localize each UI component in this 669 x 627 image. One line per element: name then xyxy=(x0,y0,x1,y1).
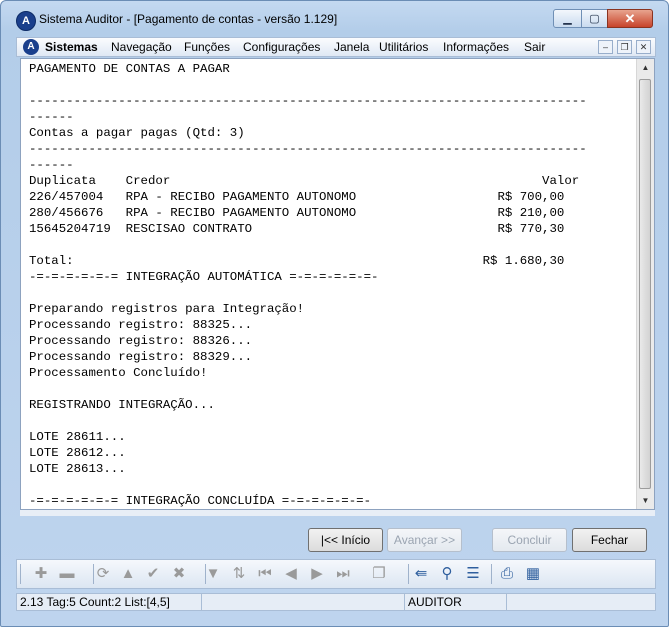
menu-sistemas[interactable]: Sistemas xyxy=(45,40,98,54)
report-line: 15645204719 RESCISAO CONTRATO R$ 770,30 xyxy=(29,222,565,236)
toolbar-separator xyxy=(491,564,492,584)
status-cell-4 xyxy=(507,594,655,610)
close-button[interactable]: ✕ xyxy=(607,9,653,28)
copy-icon[interactable]: ❐ xyxy=(369,564,389,584)
report-line xyxy=(29,285,633,301)
list-filter-icon[interactable]: ☰ xyxy=(463,564,483,584)
menu-configuracoes[interactable]: Configurações xyxy=(243,40,320,54)
status-info: 2.13 Tag:5 Count:2 List:[4,5] xyxy=(17,594,202,610)
report-line: REGISTRANDO INTEGRAÇÃO... xyxy=(29,398,215,412)
report-line: ----------------------------------------… xyxy=(29,142,587,156)
avancar-button[interactable]: Avançar >> xyxy=(387,528,462,552)
report-line: -=-=-=-=-=-= INTEGRAÇÃO AUTOMÁTICA =-=-=… xyxy=(29,270,379,284)
menu-bar: A Sistemas Navegação Funções Configuraçõ… xyxy=(16,37,656,57)
concluir-button[interactable]: Concluir xyxy=(492,528,567,552)
menu-logo-icon[interactable]: A xyxy=(23,39,39,55)
report-line: LOTE 28612... xyxy=(29,446,126,460)
toolbar-separator xyxy=(408,564,409,584)
scroll-up-arrow-icon[interactable]: ▲ xyxy=(637,59,654,76)
check-icon[interactable]: ✔ xyxy=(143,564,163,584)
report-line xyxy=(29,77,633,93)
next-record-icon[interactable]: ▶ xyxy=(307,564,327,584)
report-line: Processamento Concluído! xyxy=(29,366,208,380)
minus-icon[interactable]: ▬ xyxy=(57,564,77,584)
first-record-icon[interactable]: ⏮ xyxy=(255,564,275,584)
scroll-down-arrow-icon[interactable]: ▼ xyxy=(637,492,654,509)
report-line: LOTE 28611... xyxy=(29,430,126,444)
mdi-restore-button[interactable]: ❐ xyxy=(617,40,632,54)
report-line: ------ xyxy=(29,110,74,124)
toolbar-separator xyxy=(20,564,21,584)
menu-sair[interactable]: Sair xyxy=(524,40,545,54)
last-record-icon[interactable]: ⏭ xyxy=(333,564,353,584)
report-line: ----------------------------------------… xyxy=(29,94,587,108)
mdi-close-button[interactable]: ✕ xyxy=(636,40,651,54)
status-bar: 2.13 Tag:5 Count:2 List:[4,5] AUDITOR xyxy=(16,593,656,611)
menu-funcoes[interactable]: Funções xyxy=(184,40,230,54)
menu-navegacao[interactable]: Navegação xyxy=(111,40,172,54)
report-line xyxy=(29,477,633,493)
horizontal-divider xyxy=(20,510,655,516)
status-user: AUDITOR xyxy=(405,594,507,610)
report-line: Processando registro: 88329... xyxy=(29,350,253,364)
maximize-button[interactable]: ▢ xyxy=(581,9,608,28)
main-window: A Sistema Auditor - [Pagamento de contas… xyxy=(0,0,669,627)
report-line xyxy=(29,413,633,429)
report-line xyxy=(29,381,633,397)
report-line xyxy=(29,237,633,253)
report-line: PAGAMENTO DE CONTAS A PAGAR xyxy=(29,62,230,76)
menu-janela[interactable]: Janela xyxy=(334,40,369,54)
search-icon[interactable]: ⚲ xyxy=(437,564,457,584)
sort-icon[interactable]: ⇅ xyxy=(229,564,249,584)
vertical-scrollbar[interactable]: ▲ ▼ xyxy=(636,59,654,509)
report-line: Duplicata Credor Valor xyxy=(29,174,580,188)
report-line: Contas a pagar pagas (Qtd: 3) xyxy=(29,126,245,140)
report-text: PAGAMENTO DE CONTAS A PAGAR -------------… xyxy=(29,61,633,509)
report-line: Preparando registros para Integração! xyxy=(29,302,305,316)
title-bar[interactable]: A Sistema Auditor - [Pagamento de contas… xyxy=(1,1,668,35)
toolbar: ✚ ▬ ⟳ ▲ ✔ ✖ ▼ ⇅ ⏮ ◀ ▶ ⏭ ❐ ⇚ ⚲ ☰ ⎙ ▦ xyxy=(16,559,656,589)
menu-informacoes[interactable]: Informações xyxy=(443,40,509,54)
refresh-icon[interactable]: ⟳ xyxy=(93,564,113,584)
report-line: ------ xyxy=(29,158,74,172)
print-icon[interactable]: ⎙ xyxy=(497,564,517,584)
fechar-button[interactable]: Fechar xyxy=(572,528,647,552)
cross-icon[interactable]: ✖ xyxy=(169,564,189,584)
report-line: -=-=-=-=-=-= INTEGRAÇÃO CONCLUÍDA =-=-=-… xyxy=(29,494,372,508)
report-line: 280/456676 RPA - RECIBO PAGAMENTO AUTONO… xyxy=(29,206,565,220)
report-line: Processando registro: 88326... xyxy=(29,334,253,348)
report-line: Processando registro: 88325... xyxy=(29,318,253,332)
status-cell-2 xyxy=(202,594,405,610)
mdi-minimize-button[interactable]: – xyxy=(598,40,613,54)
menu-utilitarios[interactable]: Utilitários xyxy=(379,40,428,54)
app-logo-icon: A xyxy=(16,11,36,31)
calendar-icon[interactable]: ▦ xyxy=(523,564,543,584)
prev-record-icon[interactable]: ◀ xyxy=(281,564,301,584)
plus-icon[interactable]: ✚ xyxy=(31,564,51,584)
report-line: 226/457004 RPA - RECIBO PAGAMENTO AUTONO… xyxy=(29,190,565,204)
inicio-button[interactable]: |<< Início xyxy=(308,528,383,552)
triangle-up-icon[interactable]: ▲ xyxy=(118,564,138,584)
report-line: Total: R$ 1.680,30 xyxy=(29,254,565,268)
report-line: LOTE 28613... xyxy=(29,462,126,476)
scroll-thumb[interactable] xyxy=(639,79,651,489)
export-icon[interactable]: ⇚ xyxy=(411,564,431,584)
window-title: Sistema Auditor - [Pagamento de contas -… xyxy=(39,12,338,26)
report-panel[interactable]: PAGAMENTO DE CONTAS A PAGAR -------------… xyxy=(20,58,655,510)
minimize-button[interactable]: ▁ xyxy=(553,9,582,28)
filter-icon[interactable]: ▼ xyxy=(203,564,223,584)
